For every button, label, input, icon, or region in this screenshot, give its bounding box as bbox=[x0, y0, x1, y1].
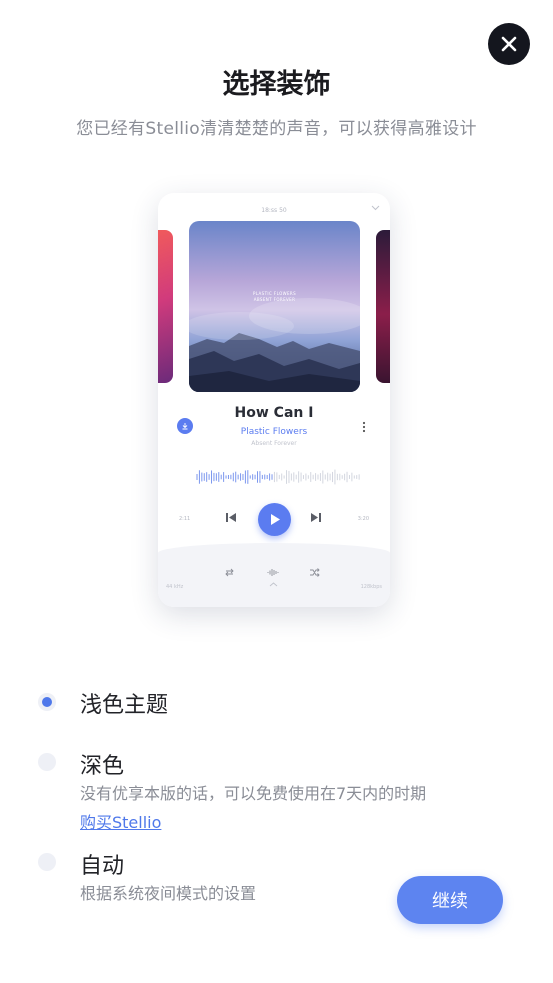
play-icon bbox=[270, 514, 280, 525]
mountain-art bbox=[189, 298, 360, 392]
repeat-icon[interactable] bbox=[224, 568, 235, 577]
radio-light-theme[interactable] bbox=[38, 693, 56, 711]
waveform[interactable] bbox=[196, 466, 362, 488]
album-cover: PLASTIC FLOWERS ABSENT FOREVER bbox=[189, 221, 360, 392]
chevron-down-icon bbox=[371, 205, 380, 211]
frequency-label: 44 kHz bbox=[166, 584, 184, 590]
cover-text: PLASTIC FLOWERS ABSENT FOREVER bbox=[252, 291, 297, 302]
radio-auto-theme[interactable] bbox=[38, 853, 56, 871]
buy-stellio-link[interactable]: 购买Stellio bbox=[80, 809, 161, 833]
option-dark-theme-description: 没有优享本版的话，可以免费使用在7天内的时期 bbox=[80, 784, 427, 803]
radio-selected-dot bbox=[42, 697, 52, 707]
page-subtitle: 您已经有Stellio清清楚楚的声音，可以获得高雅设计 bbox=[76, 119, 477, 139]
option-auto-theme-label[interactable]: 自动 bbox=[80, 848, 124, 880]
option-auto-theme-description: 根据系统夜间模式的设置 bbox=[80, 884, 257, 903]
prev-album-cover bbox=[158, 230, 173, 383]
song-artist: Plastic Flowers bbox=[240, 427, 308, 437]
option-light-theme-label[interactable]: 浅色主题 bbox=[80, 687, 168, 719]
play-button[interactable] bbox=[258, 503, 291, 536]
radio-dark-theme[interactable] bbox=[38, 753, 56, 771]
song-title: How Can I bbox=[234, 405, 314, 421]
total-time: 3:20 bbox=[357, 516, 369, 522]
chevron-up-icon[interactable] bbox=[269, 582, 278, 587]
next-album-cover bbox=[376, 230, 390, 383]
prev-icon[interactable] bbox=[225, 512, 237, 523]
shuffle-icon[interactable] bbox=[309, 568, 320, 577]
close-icon bbox=[501, 36, 517, 52]
equalizer-icon[interactable] bbox=[267, 568, 279, 577]
song-album: Absent Forever bbox=[251, 440, 297, 447]
status-time: 18:ss 50 bbox=[261, 207, 287, 214]
next-icon[interactable] bbox=[310, 512, 322, 523]
close-button[interactable] bbox=[488, 23, 530, 65]
continue-button[interactable]: 继续 bbox=[397, 876, 503, 924]
theme-preview: 18:ss 50 PLASTIC FLOWERS ABSENT FOREVER … bbox=[158, 193, 390, 607]
player-footer: 44 kHz 128kbps bbox=[158, 543, 390, 607]
option-dark-theme-label[interactable]: 深色 bbox=[80, 748, 124, 780]
elapsed-time: 2:11 bbox=[179, 516, 191, 522]
bitrate-label: 128kbps bbox=[360, 584, 382, 590]
page-title: 选择装饰 bbox=[222, 69, 331, 100]
